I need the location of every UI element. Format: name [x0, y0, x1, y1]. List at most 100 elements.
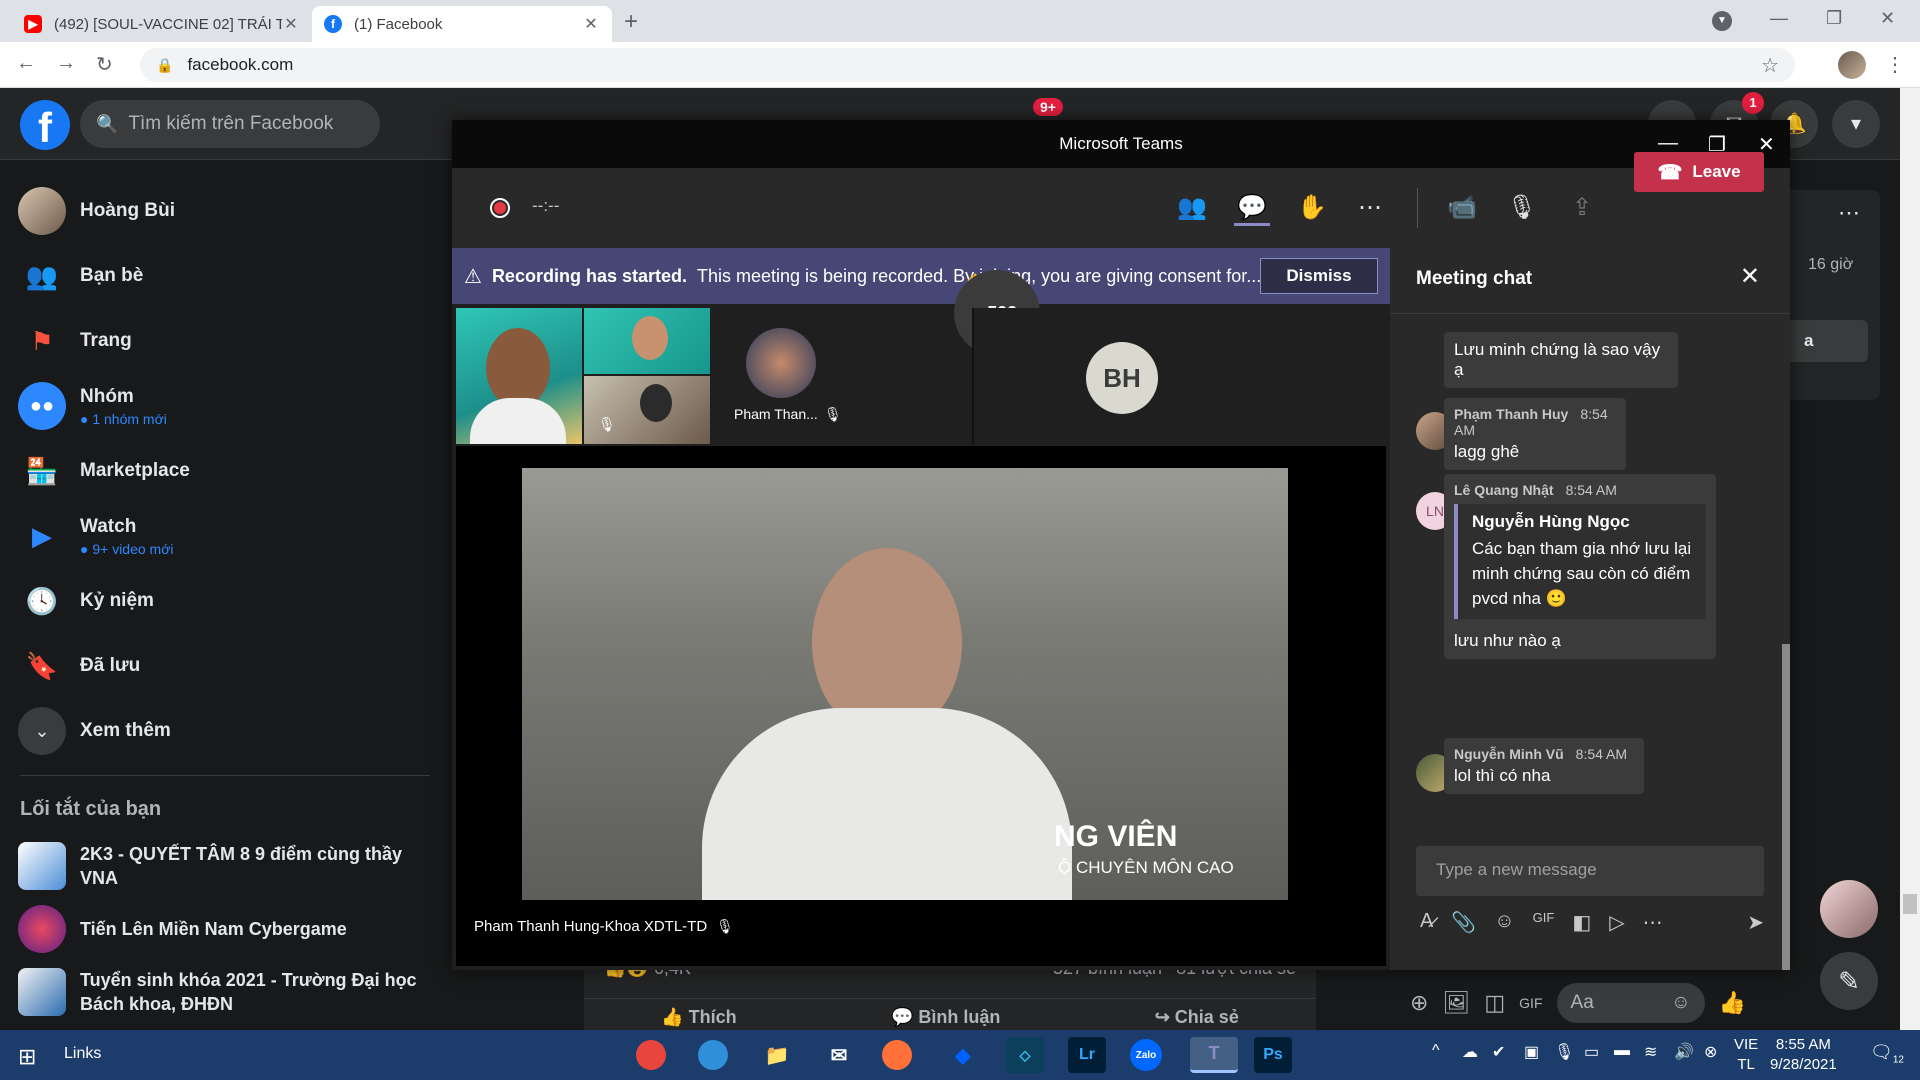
video-tile[interactable]	[584, 308, 710, 374]
attach-icon[interactable]: 📎	[1451, 910, 1476, 935]
more-options-icon[interactable]: ⋯	[1643, 910, 1663, 935]
chat-message-input[interactable]: Type a new message	[1416, 846, 1764, 896]
sticker-icon[interactable]: ◧	[1572, 910, 1591, 935]
share-screen-icon[interactable]: ⇪	[1564, 190, 1600, 226]
notification-center-icon[interactable]: 🗨12	[1870, 1042, 1904, 1066]
teams-icon[interactable]: T	[1190, 1037, 1238, 1073]
sidebar-item-watch[interactable]: ▶ Watch ● 9+ video mới	[18, 512, 174, 560]
tab-facebook[interactable]: f (1) Facebook ✕	[312, 6, 612, 42]
sidebar-item-pages[interactable]: ⚑ Trang	[18, 317, 131, 365]
photoshop-icon[interactable]: Ps	[1254, 1037, 1292, 1073]
account-chevron-icon[interactable]: ▾	[1832, 100, 1880, 148]
shortcut-item[interactable]: 2K3 - QUYẾT TÂM 8 9 điểm cùng thầy VNA	[18, 842, 438, 890]
sidebar-item-memories[interactable]: 🕓 Kỷ niệm	[18, 577, 154, 625]
gif-icon[interactable]: GIF	[1533, 910, 1555, 935]
app-icon[interactable]: ◇	[1006, 1037, 1044, 1073]
onedrive-icon[interactable]: ☁	[1462, 1042, 1478, 1062]
system-clock[interactable]: 8:55 AM 9/28/2021	[1770, 1035, 1837, 1075]
shield-icon[interactable]: ✔	[1492, 1042, 1505, 1062]
sidebar-item-profile[interactable]: Hoàng Bùi	[18, 187, 175, 235]
dropbox-icon[interactable]: ◆	[944, 1037, 982, 1073]
like-button[interactable]: 👍 Thích	[661, 1007, 736, 1028]
display-icon[interactable]: ▭	[1584, 1042, 1599, 1062]
close-icon[interactable]: ✕	[282, 14, 300, 34]
sidebar-item-friends[interactable]: 👥 Bạn bè	[18, 252, 144, 300]
windows-start-icon[interactable]: ⊞	[18, 1044, 36, 1070]
close-window-button[interactable]: ✕	[1880, 8, 1895, 29]
chat-message[interactable]: Lê Quang Nhật 8:54 AM Nguyễn Hùng Ngọc Cá…	[1444, 474, 1716, 659]
video-tile[interactable]: BH	[972, 308, 1216, 444]
mail-icon[interactable]: ✉	[820, 1037, 858, 1073]
volume-icon[interactable]: 🔊	[1674, 1042, 1694, 1062]
wifi-icon[interactable]: ≋	[1644, 1042, 1657, 1062]
cancel-circle-icon[interactable]: ⊗	[1704, 1042, 1717, 1062]
mic-off-icon[interactable]: 🎙	[1504, 190, 1540, 226]
dismiss-button[interactable]: Dismiss	[1260, 258, 1378, 294]
sidebar-item-see-more[interactable]: ⌄ Xem thêm	[18, 707, 171, 755]
new-tab-button[interactable]: +	[624, 8, 638, 36]
minimize-button[interactable]: —	[1770, 8, 1788, 29]
edge-icon[interactable]	[698, 1040, 728, 1070]
shortcut-item[interactable]: Tiến Lên Miền Nam Cybergame	[18, 905, 438, 953]
close-icon[interactable]: ✕	[1740, 262, 1760, 291]
format-icon[interactable]: A̷	[1420, 910, 1433, 935]
more-icon[interactable]: ⋯	[1838, 200, 1860, 226]
send-icon[interactable]: ➤	[1747, 910, 1764, 935]
more-actions-icon[interactable]: ⋯	[1352, 190, 1388, 226]
chat-message[interactable]: Lưu minh chứng là sao vậy ạ	[1444, 332, 1678, 388]
battery-icon[interactable]: ▬	[1614, 1042, 1630, 1060]
zalo-icon[interactable]: Zalo	[1130, 1039, 1162, 1071]
emoji-icon[interactable]: ☺	[1494, 910, 1514, 935]
facebook-logo-icon[interactable]: f	[20, 100, 70, 151]
sticker-icon[interactable]: ◫	[1484, 990, 1505, 1016]
camera-off-icon[interactable]: 📹	[1444, 190, 1480, 226]
chrome-icon[interactable]	[636, 1040, 666, 1070]
links-toolbar[interactable]: Links	[64, 1045, 101, 1063]
leave-button[interactable]: ☎ Leave	[1634, 152, 1764, 192]
reload-icon[interactable]: ↻	[96, 52, 113, 77]
language-indicator[interactable]: VIE TL	[1734, 1035, 1758, 1075]
image-icon[interactable]: 🖼	[1442, 990, 1470, 1016]
file-explorer-icon[interactable]: 📁	[758, 1037, 796, 1073]
sidebar-item-saved[interactable]: 🔖 Đã lưu	[18, 642, 140, 690]
new-message-icon[interactable]: ✎	[1820, 952, 1878, 1010]
close-icon[interactable]: ✕	[582, 14, 600, 34]
participants-icon[interactable]: 👥	[1174, 190, 1210, 226]
chat-scrollbar[interactable]	[1782, 644, 1790, 970]
address-bar[interactable]: 🔒 facebook.com ☆	[140, 48, 1795, 82]
video-tile[interactable]: 🎙	[584, 376, 710, 444]
tab-youtube[interactable]: ▶ (492) [SOUL-VACCINE 02] TRÁI TIM ✕	[12, 6, 312, 42]
sidebar-item-marketplace[interactable]: 🏪 Marketplace	[18, 447, 190, 495]
share-button[interactable]: ↪ Chia sẻ	[1155, 1007, 1239, 1028]
gif-icon[interactable]: GIF	[1519, 995, 1542, 1011]
profile-avatar[interactable]	[1838, 51, 1866, 79]
chat-icon[interactable]: 💬	[1234, 190, 1270, 226]
shortcut-item[interactable]: Tuyển sinh khóa 2021 - Trường Đại học Bá…	[18, 968, 438, 1016]
emoji-icon[interactable]: ☺	[1671, 992, 1690, 1014]
raise-hand-icon[interactable]: ✋	[1294, 190, 1330, 226]
tab-search-icon[interactable]: ▼	[1712, 11, 1732, 31]
back-icon[interactable]: ←	[16, 52, 36, 75]
chat-message[interactable]: Nguyễn Minh Vũ 8:54 AM lol thì có nha	[1444, 738, 1644, 794]
chat-message[interactable]: Phạm Thanh Huy 8:54 AM lagg ghê	[1444, 398, 1626, 470]
restore-button[interactable]: ❐	[1826, 8, 1842, 29]
browser-menu-icon[interactable]: ⋮	[1885, 52, 1905, 77]
lock-icon[interactable]: 🔒	[156, 57, 173, 74]
sidebar-item-groups[interactable]: ●● Nhóm ● 1 nhóm mới	[18, 382, 167, 430]
thumbs-up-icon[interactable]: 👍	[1719, 990, 1746, 1016]
lightroom-icon[interactable]: Lr	[1068, 1037, 1106, 1073]
facebook-search-input[interactable]: 🔍 Tìm kiếm trên Facebook	[80, 100, 380, 148]
messenger-input[interactable]: Aa ☺	[1556, 983, 1705, 1023]
scrollbar-thumb[interactable]	[1903, 894, 1917, 914]
chat-head-avatar[interactable]	[1820, 880, 1878, 938]
forward-icon[interactable]: →	[56, 52, 76, 75]
firefox-icon[interactable]	[882, 1040, 912, 1070]
plus-icon[interactable]: ⊕	[1410, 990, 1428, 1016]
card-button[interactable]: a	[1778, 320, 1868, 362]
video-tile[interactable]: Pham Than... 🎙	[714, 308, 970, 444]
meet-now-icon[interactable]: ▷	[1609, 910, 1624, 935]
camera-icon[interactable]: ▣	[1524, 1042, 1539, 1062]
comment-button[interactable]: 💬 Bình luận	[891, 1007, 1000, 1028]
bookmark-star-icon[interactable]: ☆	[1761, 53, 1779, 78]
chevron-up-icon[interactable]: ^	[1432, 1042, 1440, 1060]
